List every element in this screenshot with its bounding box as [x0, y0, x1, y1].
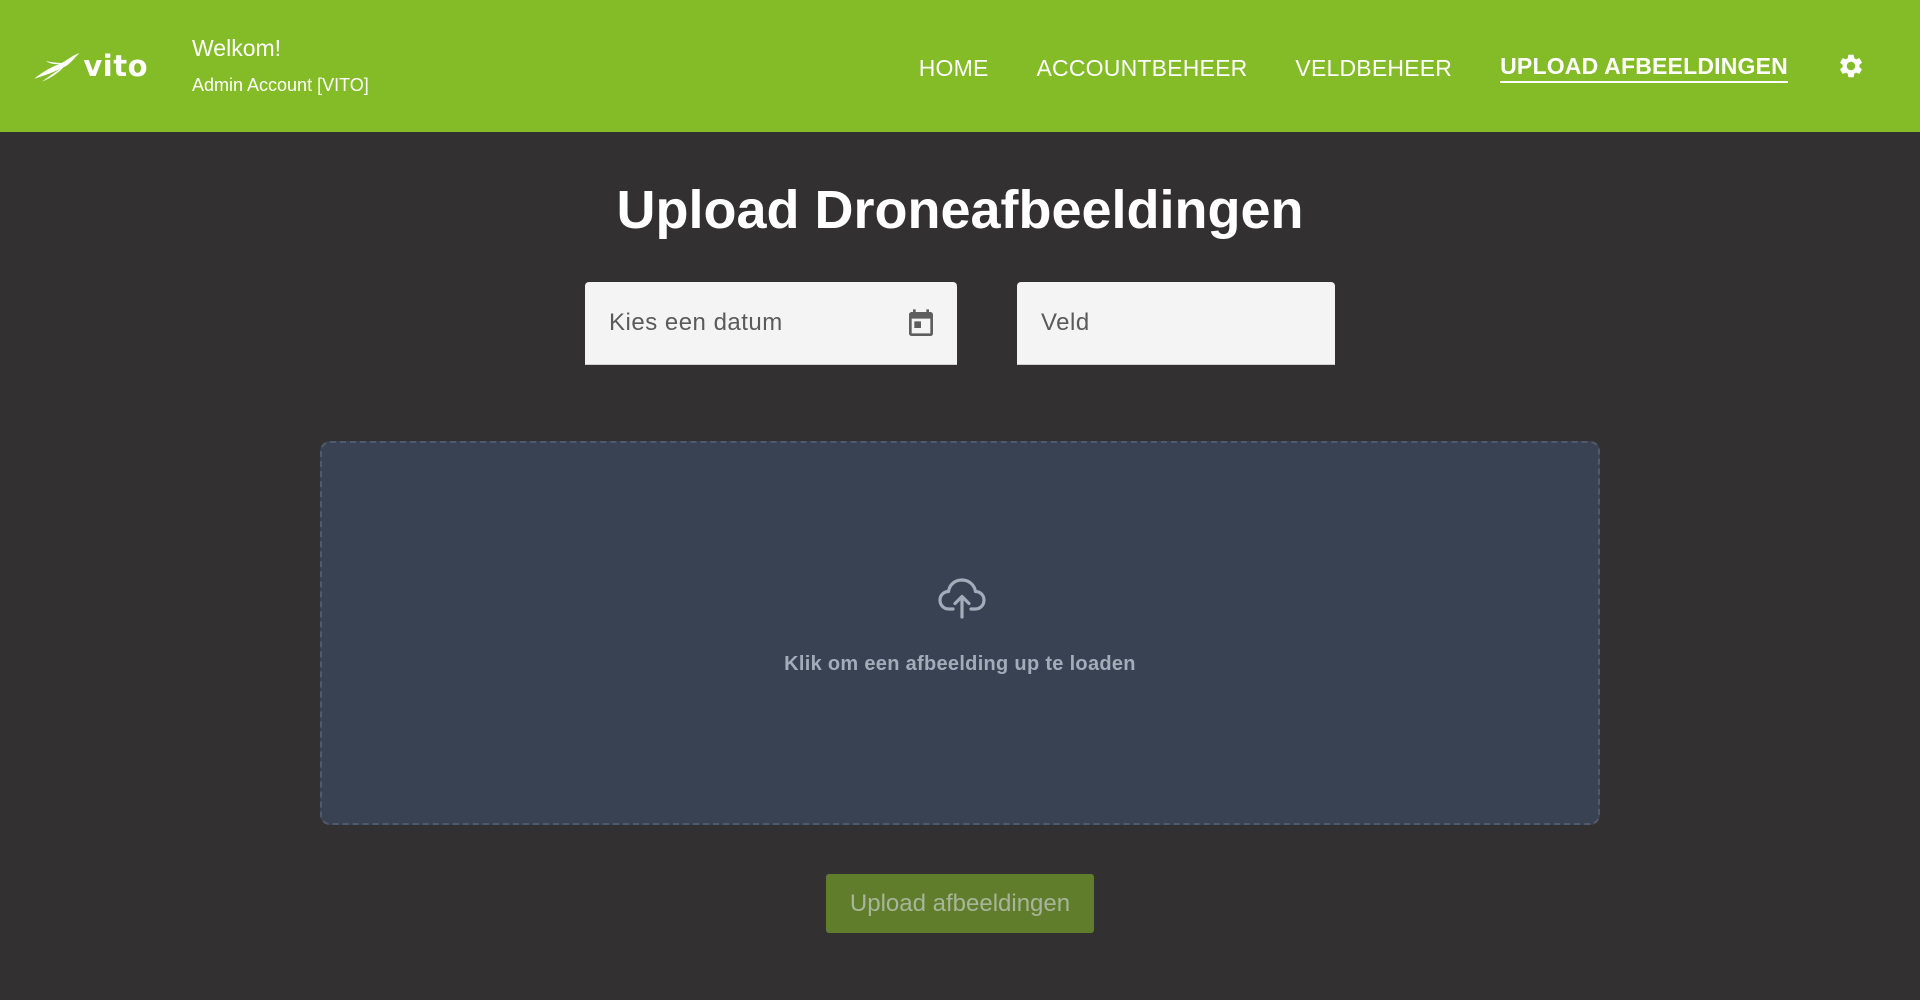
date-input[interactable] [585, 282, 957, 364]
vito-logo[interactable]: vito [32, 46, 148, 86]
date-field[interactable] [585, 282, 957, 365]
image-dropzone[interactable]: Klik om een afbeelding up te loaden [320, 441, 1600, 825]
top-header: vito Welkom! Admin Account [VITO] HOME A… [0, 0, 1920, 132]
calendar-icon[interactable] [905, 308, 937, 340]
gear-icon[interactable] [1837, 52, 1865, 80]
bird-logo-icon [33, 53, 80, 82]
welcome-block: Welkom! Admin Account [VITO] [192, 34, 369, 96]
page-title: Upload Droneafbeeldingen [616, 180, 1304, 240]
nav-upload-afbeeldingen[interactable]: UPLOAD AFBEELDINGEN [1500, 52, 1788, 83]
veld-field[interactable] [1017, 282, 1335, 365]
account-name: Admin Account [VITO] [192, 75, 369, 95]
main-nav: HOME ACCOUNTBEHEER VELDBEHEER UPLOAD AFB… [919, 52, 1788, 83]
nav-veldbeheer[interactable]: VELDBEHEER [1295, 54, 1452, 82]
nav-accountbeheer[interactable]: ACCOUNTBEHEER [1037, 54, 1248, 82]
veld-input[interactable] [1017, 282, 1335, 364]
upload-button[interactable]: Upload afbeeldingen [826, 874, 1094, 933]
welcome-title: Welkom! [192, 35, 282, 61]
logo-text: vito [83, 48, 148, 83]
cloud-upload-icon [938, 578, 986, 619]
nav-home[interactable]: HOME [919, 54, 989, 82]
dropzone-text: Klik om een afbeelding up te loaden [784, 653, 1136, 675]
